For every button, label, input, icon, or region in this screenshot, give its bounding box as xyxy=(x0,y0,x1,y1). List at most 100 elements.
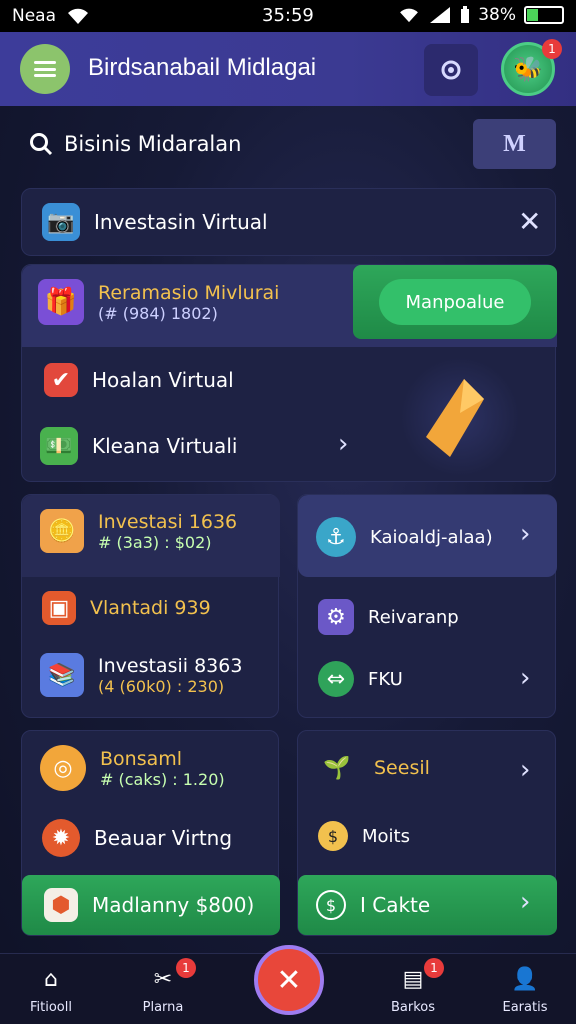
gear-icon xyxy=(441,60,461,80)
dollar-icon: $ xyxy=(318,821,348,851)
investment-card: 🪙 Investasi 1636 # (3a3) : $02) ▣ Vlanta… xyxy=(21,494,280,718)
battery-small-icon xyxy=(461,6,470,23)
search-field[interactable]: Bisinis Midaralan xyxy=(28,118,458,170)
search-text: Bisinis Midaralan xyxy=(64,132,242,156)
tools-icon: ✂ xyxy=(153,966,173,992)
right-card-2-item-2[interactable]: $ Moits xyxy=(318,821,410,851)
promo-sub: (# (984) 1802) xyxy=(98,303,218,323)
right-card-1-item-2-label: FKU xyxy=(368,668,403,690)
hamburger-icon xyxy=(34,61,56,77)
right-card-2-item-1[interactable]: 🌱 Seesil xyxy=(314,745,430,791)
check-icon: ✔ xyxy=(44,363,78,397)
bonus-card: ◎ Bonsaml # (caks) : 1.20) ✹ Beauar Virt… xyxy=(21,730,280,936)
right-card-1: ⚓ Kaioaldj-alaa) › ⚙ Reivaranp ⇔ FKU › xyxy=(297,494,557,718)
right-card-1-top-label: Kaioaldj-alaa) xyxy=(370,526,493,548)
bonus-button[interactable]: ⬢ Madlanny $800) xyxy=(22,875,280,935)
chevron-right-icon: › xyxy=(520,663,531,693)
documents-badge: 1 xyxy=(424,958,444,978)
chevron-right-icon: › xyxy=(520,755,531,785)
arrows-icon: ⇔ xyxy=(318,661,354,697)
clock: 35:59 xyxy=(262,5,314,26)
battery-percent: 38% xyxy=(478,5,516,25)
menu-item-1-label: Hoalan Virtual xyxy=(92,368,234,392)
books-icon: 📚 xyxy=(40,653,84,697)
promo-button[interactable]: Manpoalue xyxy=(379,279,531,325)
bonus-item-1[interactable]: ◎ Bonsaml # (caks) : 1.20) xyxy=(40,745,225,791)
bonus-item-1-sub: # (caks) : 1.20) xyxy=(100,769,225,789)
home-icon: ⌂ xyxy=(44,966,58,992)
investment-item-2-title: Vlantadi 939 xyxy=(90,597,211,619)
right-card-2: 🌱 Seesil › $ Moits $ I Cakte › xyxy=(297,730,557,936)
gem-icon xyxy=(426,379,484,457)
person-icon: 👤 xyxy=(511,966,539,992)
app-title: Birdsanabail Midlagai xyxy=(88,54,317,81)
avatar-badge: 1 xyxy=(542,39,562,59)
search-icon xyxy=(30,133,53,156)
bonus-item-1-title: Bonsaml xyxy=(100,747,183,770)
avatar-character-icon: 🐝 xyxy=(513,55,543,83)
settings-button[interactable] xyxy=(424,44,478,96)
anchor-icon: ⚓ xyxy=(316,517,356,557)
jar-icon: 🪙 xyxy=(40,509,84,553)
center-action-button[interactable]: ✕ xyxy=(254,945,324,1015)
right-card-1-item-2[interactable]: ⇔ FKU xyxy=(318,661,403,697)
plant-icon: 🌱 xyxy=(323,755,351,781)
app-bar: Birdsanabail Midlagai 🐝 1 xyxy=(0,32,576,106)
nav-item-profile-label: Earatis xyxy=(502,1000,548,1015)
coin-icon: ◎ xyxy=(40,745,86,791)
right-card-2-item-1-label: Seesil xyxy=(374,757,430,779)
bonus-item-2[interactable]: ✹ Beauar Virtng xyxy=(42,819,232,857)
close-icon[interactable]: ✕ xyxy=(518,205,541,238)
menu-item-1[interactable]: ✔ Hoalan Virtual xyxy=(44,363,234,397)
nav-item-home-label: Fitiooll xyxy=(30,1000,72,1015)
menu-item-2[interactable]: 💵 Kleana Virtuali xyxy=(40,427,237,465)
investment-item-1[interactable]: 🪙 Investasi 1636 # (3a3) : $02) xyxy=(40,509,237,553)
status-right: 38% xyxy=(398,5,564,25)
carrier: Neaa xyxy=(12,6,90,26)
right-card-2-button[interactable]: $ I Cakte xyxy=(298,875,557,935)
carrier-label: Neaa xyxy=(12,6,57,26)
box-icon: ▣ xyxy=(42,591,76,625)
nav-item-documents[interactable]: ▤ Barkos xyxy=(368,964,458,1016)
chevron-right-icon: › xyxy=(520,887,531,917)
right-card-1-item-1[interactable]: ⚙ Reivaranp xyxy=(318,599,459,635)
investment-item-2[interactable]: ▣ Vlantadi 939 xyxy=(42,591,211,625)
money-icon: 💵 xyxy=(40,427,78,465)
battery-icon xyxy=(524,6,564,24)
bonus-button-label: Madlanny $800) xyxy=(92,893,255,917)
right-card-1-item-1-label: Reivaranp xyxy=(368,606,459,628)
right-card-2-item-2-label: Moits xyxy=(362,825,410,847)
banner-label: Investasin Virtual xyxy=(94,210,268,234)
promo-card: 🎁 Reramasio Mivlurai (# (984) 1802) Manp… xyxy=(21,264,557,482)
right-card-2-button-label: I Cakte xyxy=(360,893,431,917)
wifi-icon xyxy=(68,8,89,24)
investment-item-3-title: Investasii 8363 xyxy=(98,654,243,677)
m-button[interactable]: M xyxy=(473,119,556,169)
nav-item-documents-label: Barkos xyxy=(390,1000,436,1015)
nav-item-tools-label: Plarna xyxy=(142,1000,184,1015)
investment-item-1-title: Investasi 1636 xyxy=(98,510,238,533)
menu-button[interactable] xyxy=(20,44,70,94)
badge-icon: ✹ xyxy=(42,819,80,857)
tools-badge: 1 xyxy=(176,958,196,978)
bonus-item-2-label: Beauar Virtng xyxy=(94,826,233,850)
banner-card[interactable]: 📷 Investasin Virtual ✕ xyxy=(21,188,556,256)
nav-item-home[interactable]: ⌂ Fitiooll xyxy=(6,964,96,1016)
investment-item-3[interactable]: 📚 Investasii 8363 (4 (60k0) : 230) xyxy=(40,653,242,697)
promo-action-area: Manpoalue xyxy=(353,265,557,339)
wifi-icon xyxy=(400,8,419,23)
signal-icon xyxy=(430,7,451,23)
gear-badge-icon: ⚙ xyxy=(318,599,354,635)
chevron-right-icon: › xyxy=(338,429,349,459)
chevron-right-icon: › xyxy=(520,519,531,549)
investment-item-1-sub: # (3a3) : $02) xyxy=(98,532,212,552)
circle-dollar-icon: $ xyxy=(316,890,346,920)
camera-icon: 📷 xyxy=(42,203,80,241)
nav-item-profile[interactable]: 👤 Earatis xyxy=(480,964,570,1016)
status-bar: Neaa 35:59 38% xyxy=(0,0,576,32)
gift-box-icon: 🎁 xyxy=(38,279,84,325)
investment-item-3-sub: (4 (60k0) : 230) xyxy=(98,676,225,696)
menu-item-2-label: Kleana Virtuali xyxy=(92,434,238,458)
promo-title: Reramasio Mivlurai xyxy=(98,281,280,304)
ticket-icon: ⬢ xyxy=(44,888,78,922)
